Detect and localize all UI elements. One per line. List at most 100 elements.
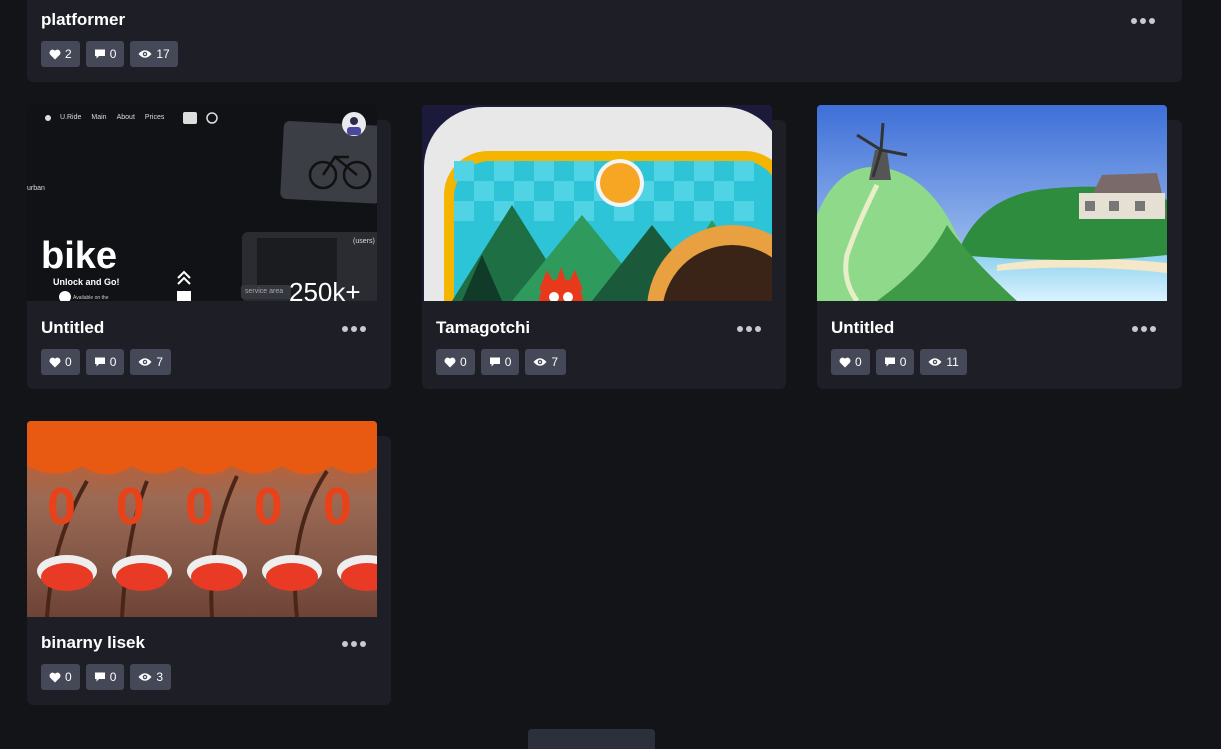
preview-digit: 0 bbox=[253, 478, 283, 536]
heart-icon bbox=[49, 672, 61, 682]
comment-button[interactable]: 0 bbox=[85, 41, 125, 67]
like-count: 2 bbox=[65, 47, 72, 61]
preview-area: service area bbox=[245, 288, 284, 295]
pen-preview-binarny-lisek[interactable]: 0 0 0 0 0 bbox=[27, 421, 377, 617]
tamagotchi-preview-graphic bbox=[422, 105, 772, 301]
preview-small: Available on the bbox=[73, 295, 109, 301]
like-button[interactable]: 0 bbox=[41, 664, 80, 690]
view-count: 11 bbox=[946, 355, 959, 369]
preview-nav-item: U.Ride bbox=[60, 114, 82, 121]
eye-icon bbox=[138, 50, 152, 58]
more-dot bbox=[1141, 326, 1147, 332]
more-dot bbox=[755, 326, 761, 332]
pen-title[interactable]: Untitled bbox=[831, 318, 894, 338]
view-count-badge[interactable]: 11 bbox=[920, 349, 967, 375]
pen-stats: 0 0 7 bbox=[41, 349, 172, 375]
more-options-button[interactable] bbox=[1128, 322, 1160, 336]
more-options-button[interactable] bbox=[338, 322, 370, 336]
pen-title[interactable]: Untitled bbox=[41, 318, 104, 338]
pen-stats: 0 0 3 bbox=[41, 664, 172, 690]
more-dot bbox=[351, 641, 357, 647]
preview-digit: 0 bbox=[47, 478, 76, 536]
view-count-badge[interactable]: 7 bbox=[525, 349, 567, 375]
preview-word: urban bbox=[27, 185, 45, 192]
comment-icon bbox=[884, 357, 895, 367]
pen-stats: 2 0 17 bbox=[41, 41, 178, 67]
more-dots-icon bbox=[342, 641, 348, 647]
like-count: 0 bbox=[855, 355, 862, 369]
more-dot bbox=[360, 641, 366, 647]
eye-icon bbox=[928, 358, 942, 366]
view-count-badge[interactable]: 7 bbox=[130, 349, 172, 375]
pen-preview-tamagotchi[interactable] bbox=[422, 105, 772, 301]
preview-nav: U.Ride Main About Prices bbox=[60, 114, 164, 121]
like-button[interactable]: 2 bbox=[41, 41, 80, 67]
like-button[interactable]: 0 bbox=[831, 349, 870, 375]
view-count: 7 bbox=[551, 355, 559, 369]
like-button[interactable]: 0 bbox=[436, 349, 475, 375]
preview-digits: 0 0 0 0 0 bbox=[47, 477, 352, 537]
like-count: 0 bbox=[460, 355, 467, 369]
preview-count: 250k+ bbox=[289, 277, 361, 301]
heart-icon bbox=[49, 357, 61, 367]
like-count: 0 bbox=[65, 670, 72, 684]
load-more-button[interactable] bbox=[528, 729, 655, 749]
comment-count: 0 bbox=[504, 355, 512, 369]
more-dot bbox=[360, 326, 366, 332]
comment-count: 0 bbox=[109, 670, 117, 684]
eye-icon bbox=[533, 358, 547, 366]
pen-stats: 0 0 11 bbox=[831, 349, 967, 375]
like-count: 0 bbox=[65, 355, 72, 369]
view-count: 7 bbox=[156, 355, 164, 369]
pen-title[interactable]: Tamagotchi bbox=[436, 318, 530, 338]
comment-icon bbox=[94, 49, 105, 59]
comment-button[interactable]: 0 bbox=[875, 349, 915, 375]
comment-button[interactable]: 0 bbox=[85, 664, 125, 690]
comment-icon bbox=[489, 357, 500, 367]
landscape-preview-graphic bbox=[817, 105, 1167, 301]
view-count: 17 bbox=[156, 47, 170, 61]
heart-icon bbox=[839, 357, 851, 367]
more-dot bbox=[1150, 326, 1156, 332]
pen-stats: 0 0 7 bbox=[436, 349, 567, 375]
more-dots-icon bbox=[342, 326, 348, 332]
more-options-button[interactable] bbox=[1127, 14, 1159, 28]
heart-icon bbox=[49, 49, 61, 59]
heart-icon bbox=[444, 357, 456, 367]
comment-icon bbox=[94, 672, 105, 682]
like-button[interactable]: 0 bbox=[41, 349, 80, 375]
preview-nav-item: About bbox=[116, 114, 135, 121]
comment-count: 0 bbox=[109, 355, 117, 369]
preview-digit: 0 bbox=[115, 478, 145, 536]
eye-icon bbox=[138, 358, 152, 366]
pen-title[interactable]: platformer bbox=[41, 10, 125, 30]
more-options-button[interactable] bbox=[338, 637, 370, 651]
preview-nav-item: Prices bbox=[144, 114, 165, 121]
more-options-button[interactable] bbox=[733, 322, 765, 336]
comment-button[interactable]: 0 bbox=[85, 349, 125, 375]
view-count-badge[interactable]: 3 bbox=[130, 664, 172, 690]
preview-headline: bike bbox=[41, 235, 118, 277]
view-count-badge[interactable]: 17 bbox=[130, 41, 178, 67]
eye-icon bbox=[138, 673, 152, 681]
more-dots-icon bbox=[1131, 18, 1137, 24]
pen-preview-landscape[interactable] bbox=[817, 105, 1167, 301]
preview-users: (users) bbox=[353, 238, 375, 245]
preview-digit: 0 bbox=[184, 478, 214, 536]
comment-button[interactable]: 0 bbox=[480, 349, 520, 375]
comment-icon bbox=[94, 357, 105, 367]
more-dot bbox=[746, 326, 752, 332]
more-dot bbox=[1140, 18, 1146, 24]
pen-card-platformer[interactable]: platformer 2 0 17 bbox=[27, 0, 1182, 82]
comment-count: 0 bbox=[109, 47, 117, 61]
pen-preview-bike[interactable]: U.Ride Main About Prices urban bike Unlo… bbox=[27, 105, 377, 301]
comment-count: 0 bbox=[899, 355, 907, 369]
preview-digit: 0 bbox=[322, 478, 352, 536]
pen-title[interactable]: binarny lisek bbox=[41, 633, 145, 653]
more-dot bbox=[351, 326, 357, 332]
preview-tagline: Unlock and Go! bbox=[53, 277, 120, 287]
more-dots-icon bbox=[1132, 326, 1138, 332]
more-dot bbox=[1149, 18, 1155, 24]
more-dots-icon bbox=[737, 326, 743, 332]
preview-nav-item: Main bbox=[91, 114, 107, 121]
